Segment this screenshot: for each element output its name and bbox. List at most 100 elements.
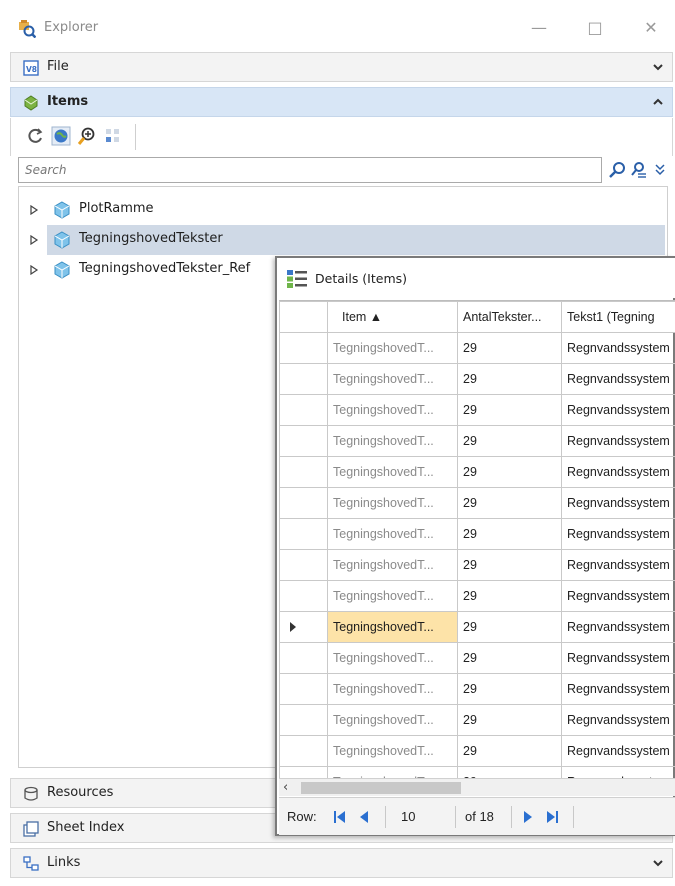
cell-tekst1[interactable]: Regnvandssystem	[561, 518, 675, 550]
cell-antaltekster[interactable]: 29	[457, 704, 562, 736]
table-row[interactable]: TegningshovedT...29Regnvandssystem	[279, 456, 675, 488]
cell-item[interactable]: TegningshovedT...	[327, 735, 458, 767]
row-header[interactable]	[279, 518, 328, 550]
row-header[interactable]	[279, 487, 328, 519]
table-row[interactable]: TegningshovedT...29Regnvandssystem	[279, 766, 675, 778]
minimize-button[interactable]: —	[524, 16, 554, 40]
chevron-down-icon[interactable]	[652, 61, 664, 73]
section-items[interactable]: Items	[10, 87, 673, 117]
section-links[interactable]: Links	[10, 848, 673, 878]
table-row[interactable]: TegningshovedT...29Regnvandssystem	[279, 487, 675, 519]
tree-item[interactable]: PlotRamme	[19, 195, 667, 225]
row-header[interactable]	[279, 549, 328, 581]
cell-item[interactable]: TegningshovedT...	[327, 580, 458, 612]
column-header-item[interactable]: Item ▲	[327, 301, 458, 333]
last-record-icon[interactable]	[545, 810, 559, 824]
cell-antaltekster[interactable]: 29	[457, 456, 562, 488]
horizontal-scrollbar[interactable]: ‹	[279, 778, 675, 796]
cell-antaltekster[interactable]: 29	[457, 425, 562, 457]
cell-tekst1[interactable]: Regnvandssystem	[561, 549, 675, 581]
cell-tekst1[interactable]: Regnvandssystem	[561, 487, 675, 519]
double-chevron-down-icon[interactable]	[654, 164, 666, 176]
chevron-up-icon[interactable]	[652, 96, 664, 108]
scrollbar-thumb[interactable]	[301, 782, 461, 794]
row-header[interactable]	[279, 642, 328, 674]
cell-tekst1[interactable]: Regnvandssystem	[561, 735, 675, 767]
cell-tekst1[interactable]: Regnvandssystem	[561, 611, 675, 643]
row-header[interactable]	[279, 704, 328, 736]
cell-item[interactable]: TegningshovedT...	[327, 549, 458, 581]
previous-record-icon[interactable]	[357, 810, 371, 824]
cell-item[interactable]: TegningshovedT...	[327, 487, 458, 519]
table-row[interactable]: TegningshovedT...29Regnvandssystem	[279, 549, 675, 581]
table-row[interactable]: TegningshovedT...29Regnvandssystem	[279, 611, 675, 643]
refresh-icon[interactable]	[25, 126, 45, 146]
row-header[interactable]	[279, 580, 328, 612]
search-box[interactable]	[18, 157, 602, 183]
cell-tekst1[interactable]: Regnvandssystem	[561, 332, 675, 364]
first-record-icon[interactable]	[333, 810, 347, 824]
row-header[interactable]	[279, 425, 328, 457]
search-icon[interactable]	[608, 161, 626, 179]
cell-antaltekster[interactable]: 29	[457, 487, 562, 519]
table-row[interactable]: TegningshovedT...29Regnvandssystem	[279, 673, 675, 705]
cell-item[interactable]: TegningshovedT...	[327, 363, 458, 395]
table-row[interactable]: TegningshovedT...29Regnvandssystem	[279, 704, 675, 736]
cell-tekst1[interactable]: Regnvandssystem	[561, 580, 675, 612]
table-row[interactable]: TegningshovedT...29Regnvandssystem	[279, 332, 675, 364]
column-header-tekst1[interactable]: Tekst1 (Tegning	[561, 301, 675, 333]
cell-tekst1[interactable]: Regnvandssystem	[561, 425, 675, 457]
column-header-antaltekster[interactable]: AntalTekster...	[457, 301, 562, 333]
cell-tekst1[interactable]: Regnvandssystem	[561, 766, 675, 778]
cell-tekst1[interactable]: Regnvandssystem	[561, 363, 675, 395]
cell-antaltekster[interactable]: 29	[457, 673, 562, 705]
table-row[interactable]: TegningshovedT...29Regnvandssystem	[279, 394, 675, 426]
user-search-icon[interactable]	[630, 161, 648, 179]
cell-antaltekster[interactable]: 29	[457, 394, 562, 426]
cell-item[interactable]: TegningshovedT...	[327, 394, 458, 426]
cell-antaltekster[interactable]: 29	[457, 766, 562, 778]
cell-item[interactable]: TegningshovedT...	[327, 611, 458, 643]
row-header[interactable]	[279, 394, 328, 426]
row-header[interactable]	[279, 673, 328, 705]
expand-arrow-icon[interactable]	[29, 235, 39, 245]
cell-item[interactable]: TegningshovedT...	[327, 425, 458, 457]
row-number-field[interactable]: 10	[401, 809, 415, 824]
cell-tekst1[interactable]: Regnvandssystem	[561, 642, 675, 674]
cell-antaltekster[interactable]: 29	[457, 611, 562, 643]
chevron-down-icon[interactable]	[652, 857, 664, 869]
cell-item[interactable]: TegningshovedT...	[327, 456, 458, 488]
table-row[interactable]: TegningshovedT...29Regnvandssystem	[279, 363, 675, 395]
grid-view-icon[interactable]	[103, 126, 123, 146]
row-header[interactable]	[279, 766, 328, 778]
cell-tekst1[interactable]: Regnvandssystem	[561, 394, 675, 426]
cell-item[interactable]: TegningshovedT...	[327, 518, 458, 550]
row-header[interactable]	[279, 332, 328, 364]
close-button[interactable]: ✕	[636, 16, 666, 40]
row-header[interactable]	[279, 735, 328, 767]
table-row[interactable]: TegningshovedT...29Regnvandssystem	[279, 518, 675, 550]
cell-item[interactable]: TegningshovedT...	[327, 766, 458, 778]
row-header[interactable]	[279, 611, 328, 643]
table-row[interactable]: TegningshovedT...29Regnvandssystem	[279, 642, 675, 674]
section-file[interactable]: V8 File	[10, 52, 673, 82]
cell-antaltekster[interactable]: 29	[457, 642, 562, 674]
cell-tekst1[interactable]: Regnvandssystem	[561, 456, 675, 488]
cell-antaltekster[interactable]: 29	[457, 735, 562, 767]
cell-antaltekster[interactable]: 29	[457, 518, 562, 550]
scroll-left-icon[interactable]: ‹	[283, 780, 288, 795]
next-record-icon[interactable]	[521, 810, 535, 824]
row-header[interactable]	[279, 456, 328, 488]
zoom-icon[interactable]	[77, 126, 97, 146]
table-row[interactable]: TegningshovedT...29Regnvandssystem	[279, 580, 675, 612]
cell-item[interactable]: TegningshovedT...	[327, 642, 458, 674]
cell-antaltekster[interactable]: 29	[457, 549, 562, 581]
tree-item-selected[interactable]: TegningshovedTekster	[19, 225, 667, 255]
cell-tekst1[interactable]: Regnvandssystem	[561, 673, 675, 705]
cell-antaltekster[interactable]: 29	[457, 363, 562, 395]
cell-tekst1[interactable]: Regnvandssystem	[561, 704, 675, 736]
expand-arrow-icon[interactable]	[29, 265, 39, 275]
cell-antaltekster[interactable]: 29	[457, 580, 562, 612]
table-row[interactable]: TegningshovedT...29Regnvandssystem	[279, 425, 675, 457]
cell-item[interactable]: TegningshovedT...	[327, 673, 458, 705]
